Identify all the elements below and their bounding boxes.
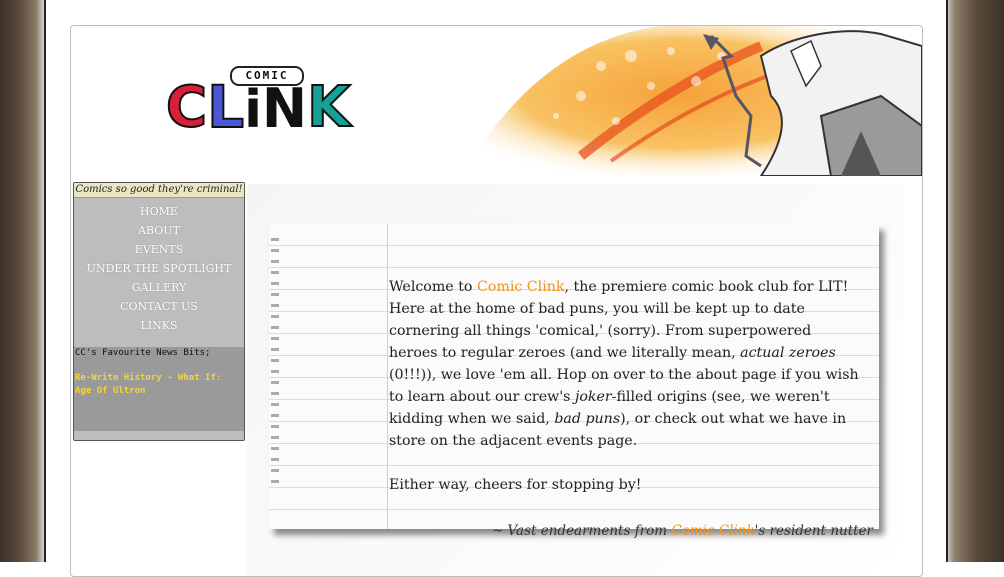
nav-gallery[interactable]: GALLERY (74, 278, 244, 297)
nav-under-the-spotlight[interactable]: UNDER THE SPOTLIGHT (74, 259, 244, 278)
main-content: Welcome to Comic Clink, the premiere com… (247, 184, 903, 576)
news-link[interactable]: Re-Write History - What If: Age Of Ultro… (74, 358, 235, 398)
emphasis-bad-puns: bad puns (554, 411, 621, 427)
nav-events[interactable]: EVENTS (74, 240, 244, 259)
logo-letter-n: N (261, 77, 308, 140)
nav-home[interactable]: HOME (74, 202, 244, 221)
paper-margin-line (387, 224, 388, 529)
news-box: CC's Favourite News Bits; Re-Write Histo… (74, 347, 244, 431)
logo-letter-k: K (306, 75, 351, 140)
nav-links[interactable]: LINKS (74, 316, 244, 335)
nav-contact-us[interactable]: CONTACT US (74, 297, 244, 316)
background-right-texture (942, 0, 1004, 562)
welcome-pre: Welcome to (389, 279, 477, 295)
notebook-paper: Welcome to Comic Clink, the premiere com… (269, 224, 879, 539)
main-nav: HOME ABOUT EVENTS UNDER THE SPOTLIGHT GA… (74, 198, 244, 335)
nav-about[interactable]: ABOUT (74, 221, 244, 240)
header-banner: COMIC C L i N K (71, 26, 922, 176)
news-title: CC's Favourite News Bits; (75, 348, 211, 358)
cheers-paragraph: Either way, cheers for stopping by! (389, 477, 642, 493)
comic-clink-logo[interactable]: COMIC C L i N K (165, 66, 352, 138)
emphasis-joker: joker (574, 389, 612, 405)
logo-letter-c: C (165, 75, 208, 140)
signature: ~ Vast endearments from Comic Clink's re… (492, 523, 873, 539)
sidebar: Comics so good they're criminal! HOME AB… (73, 182, 245, 441)
logo-letter-i: i (244, 80, 262, 140)
brand-name: Comic Clink (476, 279, 565, 295)
welcome-paragraph: Welcome to Comic Clink, the premiere com… (389, 276, 859, 452)
logo-letter-l: L (206, 73, 245, 141)
sign-pre: ~ Vast endearments from (491, 523, 672, 539)
logo-clink-wordmark: C L i N K (165, 73, 352, 141)
sign-brand: Comic Clink (671, 523, 755, 539)
welcome-text: Welcome to Comic Clink, the premiere com… (389, 276, 859, 496)
background-left-texture (0, 0, 48, 562)
sidebar-tagline: Comics so good they're criminal! (74, 183, 244, 198)
emphasis-actual-zeroes: actual zeroes (740, 345, 836, 361)
header-splash-illustration (481, 26, 922, 176)
sign-post: 's resident nutter (754, 523, 873, 539)
site-frame: COMIC C L i N K Comics so good they're c… (70, 25, 923, 577)
paper-spiral-holes (271, 238, 281, 518)
